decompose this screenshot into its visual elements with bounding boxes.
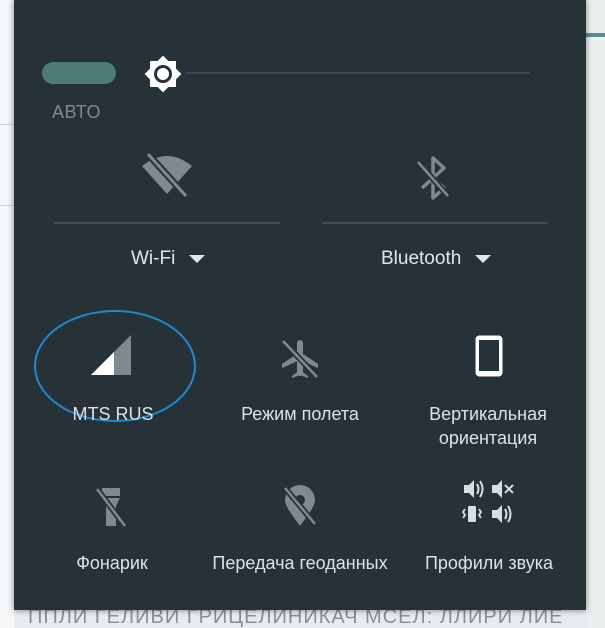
background-left-strip	[0, 0, 14, 628]
brightness-icon[interactable]	[140, 51, 186, 97]
wifi-label[interactable]: Wi-Fi	[131, 248, 206, 270]
flashlight-off-icon[interactable]	[94, 486, 128, 528]
wifi-off-icon[interactable]	[140, 150, 194, 200]
chevron-down-icon[interactable]	[475, 255, 492, 263]
phone-portrait-icon[interactable]	[474, 334, 504, 378]
airplane-icon[interactable]	[280, 338, 320, 380]
bluetooth-off-icon[interactable]	[414, 156, 452, 200]
wifi-divider	[54, 222, 280, 224]
auto-brightness-toggle[interactable]	[42, 62, 116, 84]
airplane-mode-label[interactable]: Режим полета	[226, 402, 374, 426]
sound-profiles-label[interactable]: Профили звука	[414, 551, 564, 575]
sound-profiles-icon[interactable]	[462, 478, 518, 528]
bluetooth-label-text: Bluetooth	[381, 248, 462, 269]
bluetooth-divider	[322, 222, 548, 224]
background-right-strip	[586, 0, 605, 628]
wifi-label-text: Wi-Fi	[131, 248, 176, 269]
location-label[interactable]: Передача геоданных	[200, 551, 400, 575]
brightness-slider[interactable]	[186, 72, 530, 74]
auto-brightness-label: АВТО	[52, 102, 101, 122]
flashlight-label[interactable]: Фонарик	[40, 551, 184, 575]
background-accent-bar	[586, 33, 605, 37]
rotation-label-line1: Вертикальная	[429, 404, 547, 424]
background-divider	[0, 205, 14, 206]
chevron-down-icon[interactable]	[189, 255, 206, 263]
background-divider	[0, 124, 14, 125]
bluetooth-label[interactable]: Bluetooth	[381, 248, 492, 270]
location-off-icon[interactable]	[282, 484, 318, 528]
cellular-signal-icon[interactable]	[90, 334, 132, 376]
rotation-label-line2: ориентация	[438, 428, 538, 448]
rotation-label[interactable]: Вертикальная ориентация	[406, 402, 570, 450]
mobile-network-label[interactable]: MTS RUS	[40, 402, 186, 426]
